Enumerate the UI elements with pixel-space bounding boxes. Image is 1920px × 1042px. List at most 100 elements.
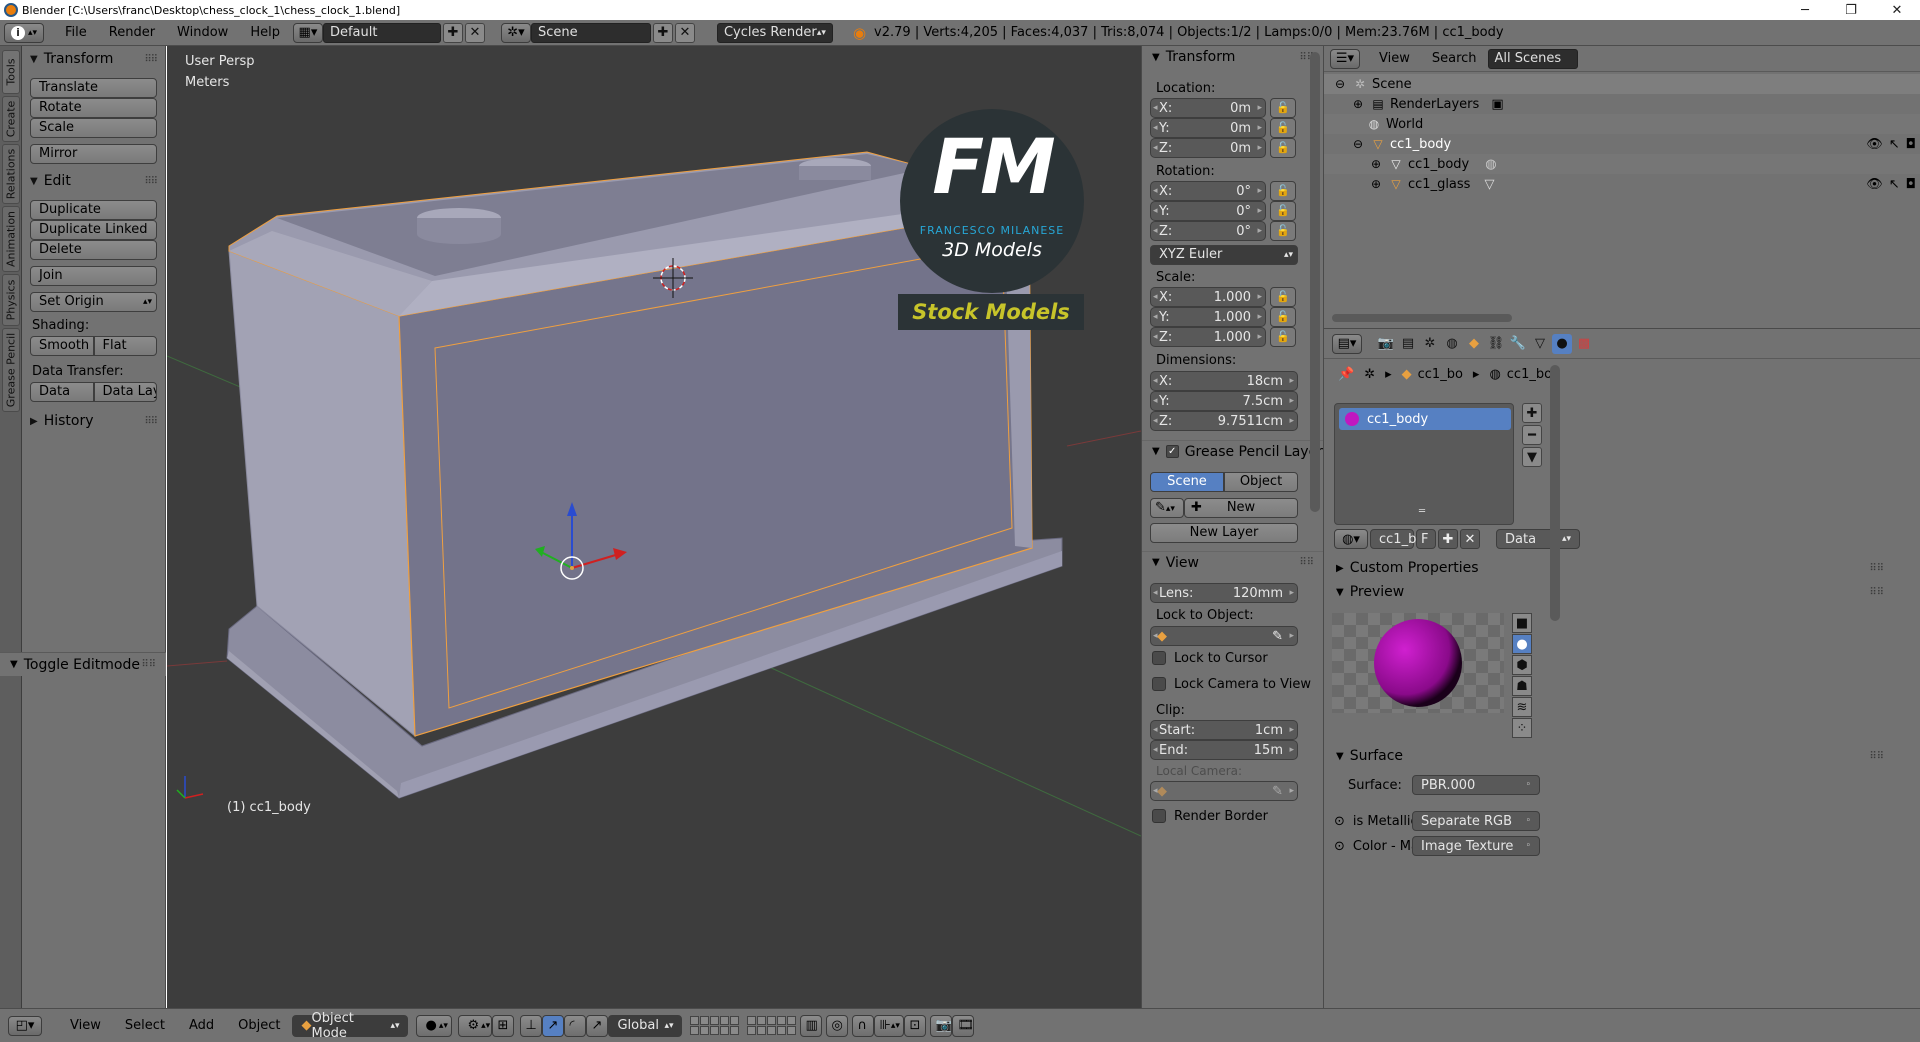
viewport-shading-select[interactable]: ● ▴▾ bbox=[416, 1014, 453, 1037]
tab-tools[interactable]: Tools bbox=[2, 50, 20, 94]
outliner-row-cc1-body-mesh[interactable]: ⊕ ▽ cc1_body ◍ bbox=[1324, 154, 1920, 174]
custom-properties-header[interactable]: ▶ Custom Properties ⠿⠿ bbox=[1324, 557, 1920, 579]
dimension-y-field[interactable]: Y:7.5cm bbox=[1150, 391, 1298, 411]
material-link-select[interactable]: Data ▴▾ bbox=[1496, 529, 1580, 549]
data-transfer-button[interactable]: Data bbox=[30, 382, 94, 402]
object-tab-icon[interactable]: ◆ bbox=[1464, 334, 1484, 354]
clip-end-field[interactable]: End:15m bbox=[1150, 740, 1298, 760]
new-material-icon[interactable]: ✚ bbox=[1438, 529, 1458, 549]
breadcrumb-material[interactable]: cc1_bo bbox=[1507, 367, 1552, 382]
layer-lock-icon[interactable]: ▥ bbox=[800, 1014, 823, 1037]
fake-user-button[interactable]: F bbox=[1416, 529, 1436, 549]
drag-grip-icon[interactable]: ⠿⠿ bbox=[1869, 563, 1884, 574]
minimize-button[interactable]: ─ bbox=[1782, 3, 1828, 18]
editor-type-3dview-icon[interactable]: ◰▾ bbox=[8, 1015, 42, 1036]
lock-icon[interactable]: 🔓 bbox=[1270, 118, 1296, 138]
visibility-eye-icon[interactable]: 👁 bbox=[1866, 137, 1883, 152]
grease-pencil-new-button[interactable]: ✚ New bbox=[1184, 498, 1298, 518]
lock-icon[interactable]: 🔓 bbox=[1270, 327, 1296, 347]
material-browse-icon[interactable]: ◍▾ bbox=[1334, 529, 1368, 549]
location-y-field[interactable]: Y:0m bbox=[1150, 118, 1266, 138]
transform-panel-header[interactable]: ▼ Transform ⠿⠿ bbox=[1142, 46, 1324, 68]
tab-physics[interactable]: Physics bbox=[2, 274, 20, 326]
add-slot-icon[interactable]: ✚ bbox=[1522, 403, 1542, 423]
grease-pencil-object-button[interactable]: Object bbox=[1224, 472, 1298, 492]
pin-icon[interactable]: 📌 bbox=[1338, 367, 1354, 382]
3d-viewport[interactable]: User Persp Meters (1) cc1_body FM FRANCE… bbox=[167, 46, 1141, 1008]
constraints-tab-icon[interactable]: ⛓ bbox=[1486, 334, 1506, 354]
properties-editor-icon[interactable]: ▤▾ bbox=[1332, 333, 1362, 354]
collapse-icon[interactable]: ⊖ bbox=[1350, 136, 1366, 152]
tab-grease-pencil[interactable]: Grease Pencil bbox=[2, 328, 20, 412]
translate-manipulator-icon[interactable]: ⊥ bbox=[520, 1014, 543, 1037]
clip-start-field[interactable]: Start:1cm bbox=[1150, 720, 1298, 740]
select-arrow-icon[interactable]: ↖ bbox=[1889, 137, 1900, 152]
material-slot-list[interactable]: cc1_body ═ bbox=[1334, 403, 1514, 525]
remove-slot-icon[interactable]: ━ bbox=[1522, 425, 1542, 445]
opengl-render-icon[interactable]: 📷 bbox=[930, 1014, 953, 1037]
set-origin-select[interactable]: Set Origin ▴▾ bbox=[30, 292, 157, 312]
shade-smooth-button[interactable]: Smooth bbox=[30, 336, 94, 356]
scene-icon[interactable]: ✲▾ bbox=[500, 22, 531, 43]
transform-panel-header[interactable]: ▼ Transform ⠿⠿ bbox=[22, 48, 165, 70]
drag-grip-icon[interactable]: ⠿⠿ bbox=[1869, 587, 1884, 598]
preview-flat-icon[interactable]: ■ bbox=[1512, 613, 1532, 633]
render-camera-icon[interactable]: ◘ bbox=[1906, 137, 1916, 152]
pencil-icon[interactable]: ✎▴▾ bbox=[1150, 498, 1184, 518]
slot-menu-icon[interactable]: ▼ bbox=[1522, 447, 1542, 467]
outliner-row-world[interactable]: ◍ World bbox=[1324, 114, 1920, 134]
location-x-field[interactable]: X:0m bbox=[1150, 98, 1266, 118]
eyedropper-icon[interactable]: ✎ bbox=[1272, 784, 1283, 799]
eyedropper-icon[interactable]: ✎ bbox=[1272, 629, 1283, 644]
outliner-row-scene[interactable]: ⊖ ✲ Scene bbox=[1324, 74, 1920, 94]
menu-help[interactable]: Help bbox=[239, 25, 291, 40]
select-arrow-icon[interactable]: ↖ bbox=[1889, 177, 1900, 192]
lock-icon[interactable]: 🔓 bbox=[1270, 201, 1296, 221]
duplicate-button[interactable]: Duplicate bbox=[30, 200, 157, 220]
resize-grip-icon[interactable]: ═ bbox=[1419, 506, 1425, 517]
surface-header[interactable]: ▼ Surface ⠿⠿ bbox=[1324, 745, 1920, 767]
pivot-point-select[interactable]: ⚙ ▴▾ bbox=[458, 1014, 493, 1037]
scale-button[interactable]: Scale bbox=[30, 118, 157, 138]
remove-screen-icon[interactable]: ✕ bbox=[464, 22, 485, 43]
edit-panel-header[interactable]: ▼ Edit ⠿⠿ bbox=[22, 170, 165, 192]
material-slot-item[interactable]: cc1_body bbox=[1339, 408, 1511, 430]
menu-object[interactable]: Object bbox=[226, 1018, 292, 1033]
menu-file[interactable]: File bbox=[54, 25, 98, 40]
lock-icon[interactable]: 🔓 bbox=[1270, 98, 1296, 118]
data-tab-icon[interactable]: ▽ bbox=[1530, 334, 1550, 354]
scene-field[interactable]: Scene bbox=[530, 22, 651, 43]
lock-to-object-field[interactable]: ◆ ✎ bbox=[1150, 626, 1298, 646]
lock-icon[interactable]: 🔓 bbox=[1270, 221, 1296, 241]
outliner-editor-icon[interactable]: ☰▾ bbox=[1330, 48, 1360, 69]
drag-grip-icon[interactable]: ⠿⠿ bbox=[144, 416, 158, 427]
scale-manipulator-icon[interactable]: ◜ bbox=[564, 1014, 587, 1037]
screen-layout-field[interactable]: Default bbox=[322, 22, 441, 43]
translate-button[interactable]: Translate bbox=[30, 78, 157, 98]
tab-relations[interactable]: Relations bbox=[2, 144, 20, 204]
manipulator-space-icon[interactable]: ↗ bbox=[586, 1014, 609, 1037]
operator-panel-toggle-editmode[interactable]: ▼ Toggle Editmode ⠿⠿ bbox=[0, 652, 166, 676]
render-engine-select[interactable]: Cycles Render ▴▾ bbox=[716, 22, 833, 43]
history-panel-header[interactable]: ▶ History ⠿⠿ bbox=[22, 410, 165, 432]
menu-view[interactable]: View bbox=[58, 1018, 113, 1033]
preview-monkey-icon[interactable]: ☗ bbox=[1512, 676, 1532, 696]
location-z-field[interactable]: Z:0m bbox=[1150, 138, 1266, 158]
socket-icon[interactable]: ⊙ bbox=[1334, 814, 1345, 829]
drag-grip-icon[interactable]: ⠿⠿ bbox=[1299, 557, 1314, 568]
lens-field[interactable]: Lens:120mm bbox=[1150, 583, 1298, 603]
scale-y-field[interactable]: Y:1.000 bbox=[1150, 307, 1266, 327]
grease-pencil-checkbox[interactable]: ✓ bbox=[1165, 445, 1179, 458]
grease-pencil-panel-header[interactable]: ▼ ✓ Grease Pencil Layer bbox=[1142, 440, 1324, 462]
visibility-eye-icon[interactable]: 👁 bbox=[1866, 177, 1883, 192]
properties-scrollbar[interactable] bbox=[1550, 365, 1560, 621]
view-panel-header[interactable]: ▼ View ⠿⠿ bbox=[1142, 551, 1324, 573]
outliner-row-cc1-glass[interactable]: ⊕ ▽ cc1_glass ▽ 👁 ↖ ◘ bbox=[1324, 174, 1920, 194]
preview-cube-icon[interactable]: ⬢ bbox=[1512, 655, 1532, 675]
expand-icon[interactable]: ⊕ bbox=[1368, 176, 1384, 192]
material-name-field[interactable]: cc1_b bbox=[1370, 529, 1416, 549]
rotation-x-field[interactable]: X:0° bbox=[1150, 181, 1266, 201]
grease-pencil-scene-button[interactable]: Scene bbox=[1150, 472, 1224, 492]
close-button[interactable]: ✕ bbox=[1874, 3, 1920, 18]
lock-camera-checkbox[interactable] bbox=[1152, 677, 1166, 691]
